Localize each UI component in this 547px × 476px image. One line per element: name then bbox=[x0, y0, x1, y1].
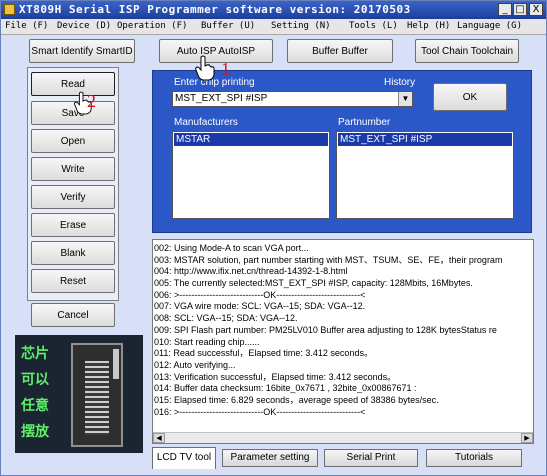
minimize-button[interactable]: _ bbox=[498, 3, 512, 16]
title-bar[interactable]: XT809H Serial ISP Programmer software ve… bbox=[1, 1, 546, 19]
manufacturers-label: Manufacturers bbox=[174, 117, 238, 128]
menu-operation[interactable]: Operation (F) bbox=[117, 21, 187, 31]
menu-setting[interactable]: Setting (N) bbox=[271, 21, 331, 31]
bottom-tab-bar: LCD TV tool Parameter setting Serial Pri… bbox=[152, 447, 534, 469]
menu-file[interactable]: File (F) bbox=[5, 21, 48, 31]
auto-isp-button[interactable]: Auto ISP AutoISP bbox=[159, 39, 273, 63]
log-line: 011: Read successful，Elapsed time: 3.412… bbox=[154, 348, 373, 359]
tab-serial-print[interactable]: Serial Print bbox=[324, 449, 418, 467]
blank-button[interactable]: Blank bbox=[31, 241, 115, 265]
ok-button[interactable]: OK bbox=[433, 83, 507, 111]
chip-socket-photo: 芯片 可以 任意 摆放 bbox=[15, 335, 143, 453]
cancel-button[interactable]: Cancel bbox=[31, 303, 115, 327]
window-title: XT809H Serial ISP Programmer software ve… bbox=[19, 3, 411, 16]
chip-caption-line-2: 可以 bbox=[21, 372, 49, 388]
log-output[interactable]: 002: Using Mode-A to scan VGA port... 00… bbox=[152, 239, 534, 444]
chip-printing-select[interactable]: MST_EXT_SPI #ISP ▼ bbox=[172, 91, 413, 107]
menu-bar: File (F) Device (D) Operation (F) Buffer… bbox=[1, 19, 546, 35]
tab-lcd-tv-tool[interactable]: LCD TV tool bbox=[152, 447, 216, 469]
scroll-right-icon[interactable]: ▶ bbox=[521, 433, 533, 443]
history-label: History bbox=[384, 77, 416, 88]
chip-printing-value: MST_EXT_SPI #ISP bbox=[175, 93, 268, 104]
socket-pins bbox=[85, 361, 109, 435]
toolchain-button[interactable]: Tool Chain Toolchain bbox=[415, 39, 519, 63]
tab-parameter-setting[interactable]: Parameter setting bbox=[222, 449, 318, 467]
log-line: 010: Start reading chip...... bbox=[154, 336, 260, 347]
zif-socket bbox=[71, 343, 123, 447]
log-line: 014: Buffer data checksum: 16bite_0x7671… bbox=[154, 383, 417, 394]
log-line: 008: SCL: VGA--15; SDA: VGA--12. bbox=[154, 313, 298, 324]
close-button[interactable]: X bbox=[529, 3, 543, 16]
log-line: 002: Using Mode-A to scan VGA port... bbox=[154, 243, 309, 253]
annotation-step-2: 2 bbox=[87, 91, 96, 111]
manufacturer-item-selected[interactable]: MSTAR bbox=[174, 133, 328, 146]
socket-lever bbox=[113, 349, 119, 379]
chip-caption-line-1: 芯片 bbox=[21, 346, 49, 362]
menu-device[interactable]: Device (D) bbox=[57, 21, 111, 31]
menu-tools[interactable]: Tools (L) bbox=[349, 21, 398, 31]
menu-help[interactable]: Help (H) bbox=[407, 21, 450, 31]
partnumber-list[interactable]: MST_EXT_SPI #ISP bbox=[336, 131, 514, 219]
reset-button[interactable]: Reset bbox=[31, 269, 115, 293]
log-line: 005: The currently selected:MST_EXT_SPI … bbox=[154, 278, 473, 289]
log-line: 006: >----------------------------OK----… bbox=[154, 289, 366, 300]
buffer-button[interactable]: Buffer Buffer bbox=[287, 39, 393, 63]
chip-caption-line-4: 摆放 bbox=[21, 424, 49, 440]
partnumber-item-selected[interactable]: MST_EXT_SPI #ISP bbox=[338, 133, 512, 146]
open-button[interactable]: Open bbox=[31, 129, 115, 153]
log-line: 013: Verification successful，Elapsed tim… bbox=[154, 371, 397, 382]
dropdown-arrow-icon[interactable]: ▼ bbox=[398, 92, 412, 106]
manufacturers-list[interactable]: MSTAR bbox=[172, 131, 330, 219]
annotation-step-1: 1 bbox=[221, 59, 230, 79]
log-line: 007: VGA wire mode: SCL: VGA--15; SDA: V… bbox=[154, 301, 366, 312]
log-line: 009: SPI Flash part number: PM25LV010 Bu… bbox=[154, 324, 497, 335]
log-horizontal-scrollbar[interactable]: ◀ ▶ bbox=[153, 432, 533, 443]
partnumber-label: Partnumber bbox=[338, 117, 391, 128]
log-line: 012: Auto verifying... bbox=[154, 359, 236, 370]
erase-button[interactable]: Erase bbox=[31, 213, 115, 237]
maximize-button[interactable]: □ bbox=[513, 3, 527, 16]
write-button[interactable]: Write bbox=[31, 157, 115, 181]
log-line: 015: Elapsed time: 6.829 seconds，average… bbox=[154, 394, 439, 405]
verify-button[interactable]: Verify bbox=[31, 185, 115, 209]
hand-pointer-icon bbox=[195, 55, 215, 81]
log-line: 003: MSTAR solution, part number startin… bbox=[154, 254, 503, 265]
app-icon bbox=[4, 4, 15, 15]
scroll-left-icon[interactable]: ◀ bbox=[153, 433, 165, 443]
smart-identify-button[interactable]: Smart Identify SmartID bbox=[29, 39, 135, 63]
app-window: XT809H Serial ISP Programmer software ve… bbox=[0, 0, 547, 476]
log-line: 004: http://www.ifix.net.cn/thread-14392… bbox=[154, 266, 348, 277]
log-line: 016: >----------------------------OK----… bbox=[154, 406, 366, 417]
menu-buffer[interactable]: Buffer (U) bbox=[201, 21, 255, 31]
tab-tutorials[interactable]: Tutorials bbox=[426, 449, 522, 467]
menu-language[interactable]: Language (G) bbox=[457, 21, 522, 31]
chip-caption-line-3: 任意 bbox=[21, 398, 49, 414]
